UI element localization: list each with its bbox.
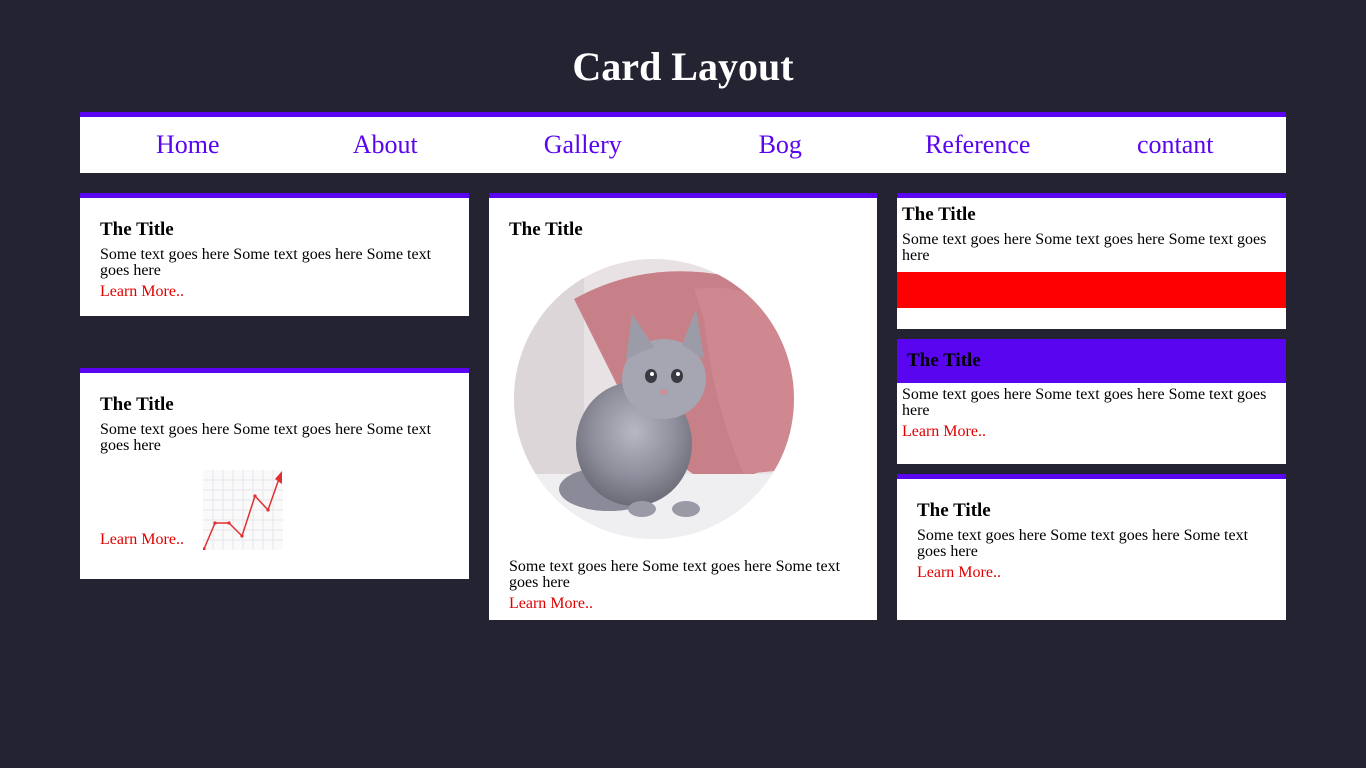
- nav-item-blog[interactable]: Bog: [682, 117, 880, 173]
- learn-more-link[interactable]: Learn More..: [917, 563, 1001, 583]
- card: The Title Some text goes here Some text …: [489, 193, 877, 620]
- nav-item-about[interactable]: About: [287, 117, 485, 173]
- learn-more-link[interactable]: Learn More..: [100, 282, 184, 302]
- main-nav: Home About Gallery Bog Reference contant: [80, 112, 1286, 173]
- nav-item-gallery[interactable]: Gallery: [484, 117, 682, 173]
- card-text: Some text goes here Some text goes here …: [100, 421, 432, 454]
- card-text: Some text goes here Some text goes here …: [902, 386, 1267, 419]
- red-banner: [897, 272, 1286, 308]
- line-chart-icon: [203, 470, 283, 550]
- nav-item-contact[interactable]: contant: [1077, 117, 1275, 173]
- card-text: Some text goes here Some text goes here …: [902, 231, 1267, 264]
- learn-more-link[interactable]: Learn More..: [100, 530, 184, 550]
- card-text: Some text goes here Some text goes here …: [917, 527, 1249, 560]
- learn-more-link[interactable]: Learn More..: [902, 422, 986, 442]
- card-text: Some text goes here Some text goes here …: [509, 558, 841, 591]
- page-title: Card Layout: [572, 44, 794, 89]
- card: The Title Some text goes here Some text …: [80, 368, 469, 579]
- nav-item-home[interactable]: Home: [89, 117, 287, 173]
- card-title: The Title: [100, 394, 174, 415]
- card: The Title Some text goes here Some text …: [897, 193, 1286, 329]
- card-title: The Title: [100, 219, 174, 240]
- card-text: Some text goes here Some text goes here …: [100, 246, 432, 279]
- card: The Title Some text goes here Some text …: [897, 339, 1286, 464]
- card-header: The Title: [897, 339, 1286, 383]
- card: The Title Some text goes here Some text …: [897, 474, 1286, 620]
- card-title: The Title: [509, 219, 583, 240]
- nav-item-reference[interactable]: Reference: [879, 117, 1077, 173]
- card-title: The Title: [917, 500, 991, 521]
- card-title: The Title: [907, 350, 981, 371]
- learn-more-link[interactable]: Learn More..: [509, 594, 593, 614]
- kitten-photo: [514, 259, 794, 539]
- card: The Title Some text goes here Some text …: [80, 193, 469, 316]
- card-title: The Title: [902, 204, 976, 225]
